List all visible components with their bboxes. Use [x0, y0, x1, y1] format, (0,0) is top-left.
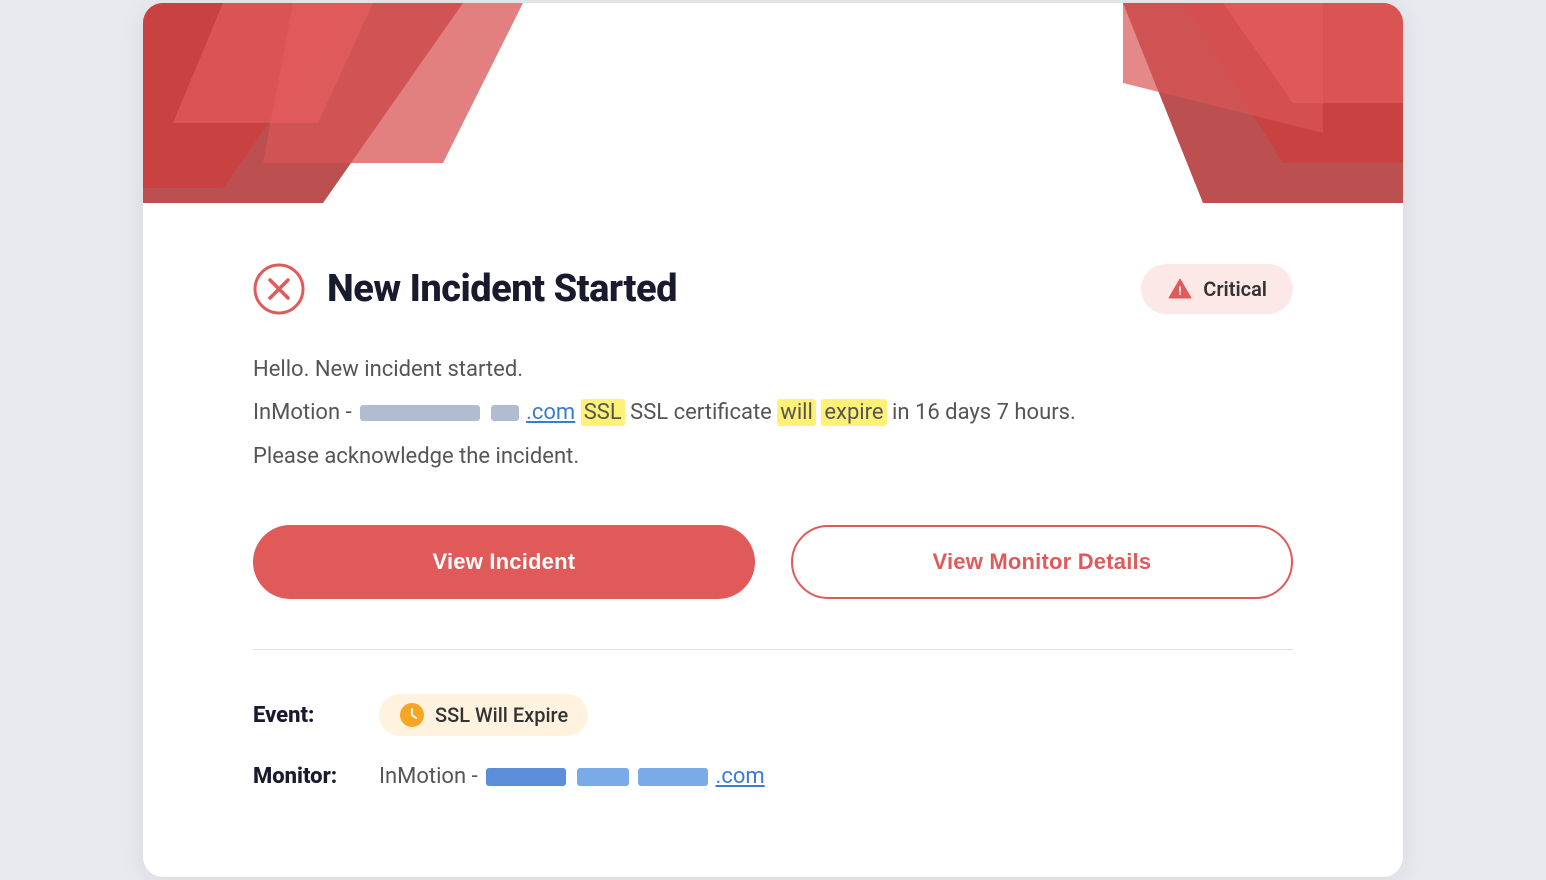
- event-label: Event:: [253, 703, 363, 728]
- ssl-highlight: SSL: [581, 399, 625, 426]
- title-row: New Incident Started ! Critical: [253, 263, 1293, 315]
- monitor-text: InMotion - .com: [379, 764, 765, 789]
- critical-badge: ! Critical: [1141, 264, 1293, 314]
- redacted-domain-2: [491, 405, 519, 421]
- title-left: New Incident Started: [253, 263, 677, 315]
- monitor-row: Monitor: InMotion - .com: [253, 764, 1293, 789]
- will-highlight: will: [777, 399, 816, 426]
- redacted-monitor-2: [577, 768, 629, 786]
- buttons-row: View Incident View Monitor Details: [253, 525, 1293, 599]
- svg-text:!: !: [1179, 284, 1182, 298]
- view-incident-button[interactable]: View Incident: [253, 525, 755, 599]
- event-row: Event: SSL Will Expire: [253, 694, 1293, 736]
- monitor-label: Monitor:: [253, 764, 363, 789]
- notification-card: New Incident Started ! Critical Hello. N…: [143, 3, 1403, 877]
- clock-icon: [399, 702, 425, 728]
- warning-triangle-icon: !: [1167, 276, 1193, 302]
- body-text: Hello. New incident started. InMotion - …: [253, 351, 1293, 475]
- event-badge: SSL Will Expire: [379, 694, 588, 736]
- deco-top-left: [143, 3, 523, 203]
- circle-x-icon: [253, 263, 305, 315]
- redacted-monitor-1: [486, 768, 566, 786]
- incident-title: New Incident Started: [327, 267, 677, 311]
- monitor-domain-link[interactable]: .com: [716, 764, 765, 789]
- deco-top-right: [1123, 3, 1403, 203]
- event-value: SSL Will Expire: [435, 703, 568, 727]
- body-line-1: Hello. New incident started.: [253, 351, 1293, 388]
- body-line-3: Please acknowledge the incident.: [253, 438, 1293, 475]
- divider: [253, 649, 1293, 650]
- view-monitor-button[interactable]: View Monitor Details: [791, 525, 1293, 599]
- expire-highlight: expire: [821, 399, 886, 426]
- redacted-domain-1: [360, 405, 480, 421]
- critical-badge-label: Critical: [1203, 277, 1267, 301]
- redacted-monitor-3: [638, 768, 708, 786]
- domain-link[interactable]: .com: [526, 400, 575, 425]
- body-line-2: InMotion - .com SSL SSL certificate will…: [253, 394, 1293, 431]
